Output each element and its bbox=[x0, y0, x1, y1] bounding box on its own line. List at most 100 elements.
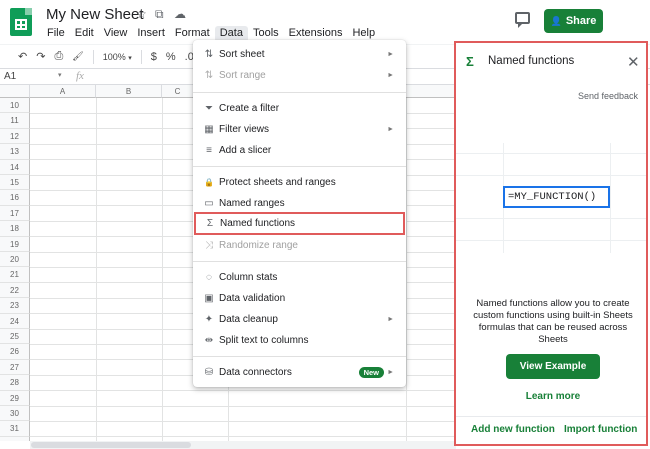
row-header[interactable]: 26 bbox=[0, 344, 30, 360]
row-header[interactable]: 29 bbox=[0, 390, 30, 406]
row-header[interactable]: 14 bbox=[0, 159, 30, 175]
menu-item-label: Filter views bbox=[219, 123, 270, 135]
menu-item-add-slicer[interactable]: ≡ Add a slicer bbox=[193, 140, 406, 160]
view-example-button[interactable]: View Example bbox=[506, 354, 600, 379]
column-header-c[interactable]: C bbox=[162, 85, 194, 98]
panel-description: Named functions allow you to create cust… bbox=[473, 298, 633, 345]
row-header[interactable]: 20 bbox=[0, 252, 30, 268]
zoom-select[interactable]: 100% ▾ bbox=[103, 52, 132, 62]
sort-range-icon: ⇅ bbox=[204, 69, 214, 81]
row-header[interactable]: 22 bbox=[0, 282, 30, 299]
lightbulb-icon: ◌ bbox=[206, 271, 212, 283]
add-new-function-button[interactable]: Add new function bbox=[471, 424, 555, 435]
row-header[interactable]: 12 bbox=[0, 128, 30, 145]
menu-item-label: Sort sheet bbox=[219, 48, 265, 60]
menu-item-named-ranges[interactable]: ▭ Named ranges bbox=[193, 193, 406, 213]
gridline bbox=[30, 421, 456, 422]
filter-icon: ⏷ bbox=[205, 102, 213, 114]
row-header[interactable]: 32 bbox=[0, 436, 30, 441]
scrollbar-thumb[interactable] bbox=[31, 442, 191, 448]
menu-item-filter-views[interactable]: ▦ Filter views ► bbox=[193, 119, 406, 139]
toolbar-divider bbox=[92, 49, 94, 64]
print-icon[interactable]: ⎙ bbox=[54, 50, 63, 63]
row-header[interactable]: 11 bbox=[0, 113, 30, 129]
currency-format-button[interactable]: $ bbox=[151, 51, 157, 63]
wand-icon: ✦ bbox=[204, 313, 214, 325]
row-header[interactable]: 28 bbox=[0, 375, 30, 391]
gridline bbox=[30, 405, 456, 407]
menu-item-data-connectors[interactable]: ⛁ Data connectors New ► bbox=[193, 362, 406, 382]
named-ranges-icon: ▭ bbox=[204, 197, 214, 209]
menu-item-column-stats[interactable]: ◌ Column stats bbox=[193, 267, 406, 287]
close-icon[interactable]: ✕ bbox=[627, 53, 640, 71]
menu-edit[interactable]: Edit bbox=[70, 26, 99, 42]
menu-divider bbox=[193, 166, 406, 167]
menu-item-label: Data connectors bbox=[219, 366, 292, 378]
share-button[interactable]: 👤 Share bbox=[544, 9, 603, 33]
gridline bbox=[30, 436, 456, 438]
menu-item-label: Randomize range bbox=[219, 239, 298, 251]
menu-item-label: Split text to columns bbox=[219, 334, 309, 346]
menu-item-label: Named ranges bbox=[219, 197, 285, 209]
submenu-arrow-icon: ► bbox=[387, 125, 394, 133]
menu-item-create-filter[interactable]: ⏷ Create a filter bbox=[193, 98, 406, 118]
menu-item-label: Data cleanup bbox=[219, 313, 278, 325]
row-header[interactable]: 25 bbox=[0, 329, 30, 345]
row-header[interactable]: 13 bbox=[0, 144, 30, 160]
menu-insert[interactable]: Insert bbox=[132, 26, 170, 42]
illustration-gridline bbox=[456, 153, 646, 154]
data-menu-dropdown: ⇅ Sort sheet ► ⇅ Sort range ► ⏷ Create a… bbox=[193, 40, 406, 387]
learn-more-link[interactable]: Learn more bbox=[456, 391, 650, 402]
illustration-gridline bbox=[610, 143, 611, 253]
row-header[interactable]: 18 bbox=[0, 221, 30, 237]
row-header[interactable]: 30 bbox=[0, 406, 30, 422]
cloud-status-icon[interactable]: ☁ bbox=[174, 7, 186, 21]
redo-icon[interactable]: ↷ bbox=[36, 50, 45, 63]
split-icon: ⇹ bbox=[204, 334, 214, 346]
toolbar-divider bbox=[140, 49, 142, 64]
undo-icon[interactable]: ↶ bbox=[18, 50, 27, 63]
row-header[interactable]: 17 bbox=[0, 205, 30, 222]
row-header[interactable]: 15 bbox=[0, 175, 30, 191]
column-header-a[interactable]: A bbox=[30, 85, 96, 98]
chevron-down-icon[interactable]: ▾ bbox=[58, 71, 62, 79]
column-header[interactable] bbox=[406, 85, 456, 98]
named-functions-panel: Σ Named functions ✕ Send feedback =MY_FU… bbox=[454, 41, 648, 446]
document-title[interactable]: My New Sheet bbox=[46, 6, 144, 23]
column-header-b[interactable]: B bbox=[96, 85, 162, 98]
row-header[interactable]: 10 bbox=[0, 98, 30, 114]
paint-format-icon[interactable]: 🖌 bbox=[72, 51, 83, 62]
row-header[interactable]: 31 bbox=[0, 421, 30, 437]
horizontal-scrollbar[interactable] bbox=[30, 441, 456, 449]
menu-view[interactable]: View bbox=[99, 26, 133, 42]
comment-history-icon[interactable] bbox=[515, 12, 530, 28]
percent-format-button[interactable]: % bbox=[166, 51, 176, 63]
menu-item-sort-sheet[interactable]: ⇅ Sort sheet ► bbox=[193, 44, 406, 64]
panel-title: Named functions bbox=[488, 55, 575, 67]
row-header[interactable]: 27 bbox=[0, 359, 30, 376]
row-header[interactable]: 24 bbox=[0, 313, 30, 329]
menu-item-data-validation[interactable]: ▣ Data validation bbox=[193, 288, 406, 308]
name-box[interactable]: A1 bbox=[4, 71, 16, 82]
select-all-corner[interactable] bbox=[0, 85, 30, 98]
move-to-folder-icon[interactable]: ⧉ bbox=[155, 7, 164, 22]
menu-item-protect-sheets[interactable]: 🔒 Protect sheets and ranges bbox=[193, 172, 406, 192]
row-header[interactable]: 23 bbox=[0, 298, 30, 314]
menu-item-split-text[interactable]: ⇹ Split text to columns bbox=[193, 330, 406, 350]
sheets-logo-icon[interactable] bbox=[10, 8, 32, 36]
illustration-gridline bbox=[456, 218, 646, 219]
menu-item-data-cleanup[interactable]: ✦ Data cleanup ► bbox=[193, 309, 406, 329]
database-icon: ⛁ bbox=[204, 366, 214, 378]
menu-item-named-functions[interactable]: Σ Named functions bbox=[194, 212, 405, 235]
menu-file[interactable]: File bbox=[42, 26, 70, 42]
row-header[interactable]: 21 bbox=[0, 267, 30, 283]
row-header[interactable]: 19 bbox=[0, 236, 30, 252]
star-icon[interactable]: ☆ bbox=[136, 7, 147, 21]
sigma-icon: Σ bbox=[466, 54, 474, 69]
send-feedback-link[interactable]: Send feedback bbox=[578, 91, 638, 101]
submenu-arrow-icon: ► bbox=[387, 315, 394, 323]
row-header[interactable]: 16 bbox=[0, 190, 30, 206]
lock-icon: 🔒 bbox=[204, 177, 214, 187]
illustration-gridline bbox=[456, 175, 646, 176]
import-function-button[interactable]: Import function bbox=[564, 424, 637, 435]
